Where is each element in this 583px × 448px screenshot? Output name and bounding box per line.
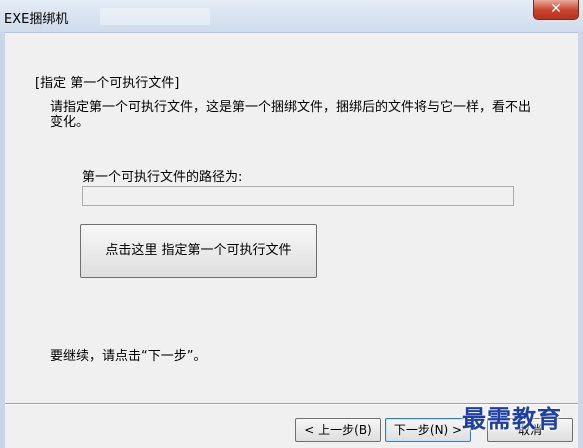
background-tab <box>100 8 210 25</box>
window-border-left <box>0 32 5 448</box>
path-label: 第一个可执行文件的路径为: <box>82 170 243 185</box>
continue-hint: 要继续，请点击“下一步”。 <box>50 349 207 364</box>
step-description: 请指定第一个可执行文件，这是第一个捆绑文件，捆绑后的文件将与它一样，看不出变化。 <box>50 100 532 130</box>
watermark-logo: 最需教育 <box>462 404 562 433</box>
window-title: EXE捆绑机 <box>4 12 69 27</box>
close-button[interactable]: ✕ <box>533 0 579 20</box>
path-field[interactable] <box>82 186 514 206</box>
window-border-right <box>578 32 583 448</box>
title-bar: EXE捆绑机 ✕ <box>0 0 583 33</box>
next-button[interactable]: 下一步(N) > <box>385 418 471 442</box>
step-title: [指定 第一个可执行文件] <box>35 76 180 91</box>
choose-file-button[interactable]: 点击这里 指定第一个可执行文件 <box>80 224 317 278</box>
back-button[interactable]: < 上一步(B) <box>295 418 381 442</box>
close-icon: ✕ <box>550 1 562 17</box>
